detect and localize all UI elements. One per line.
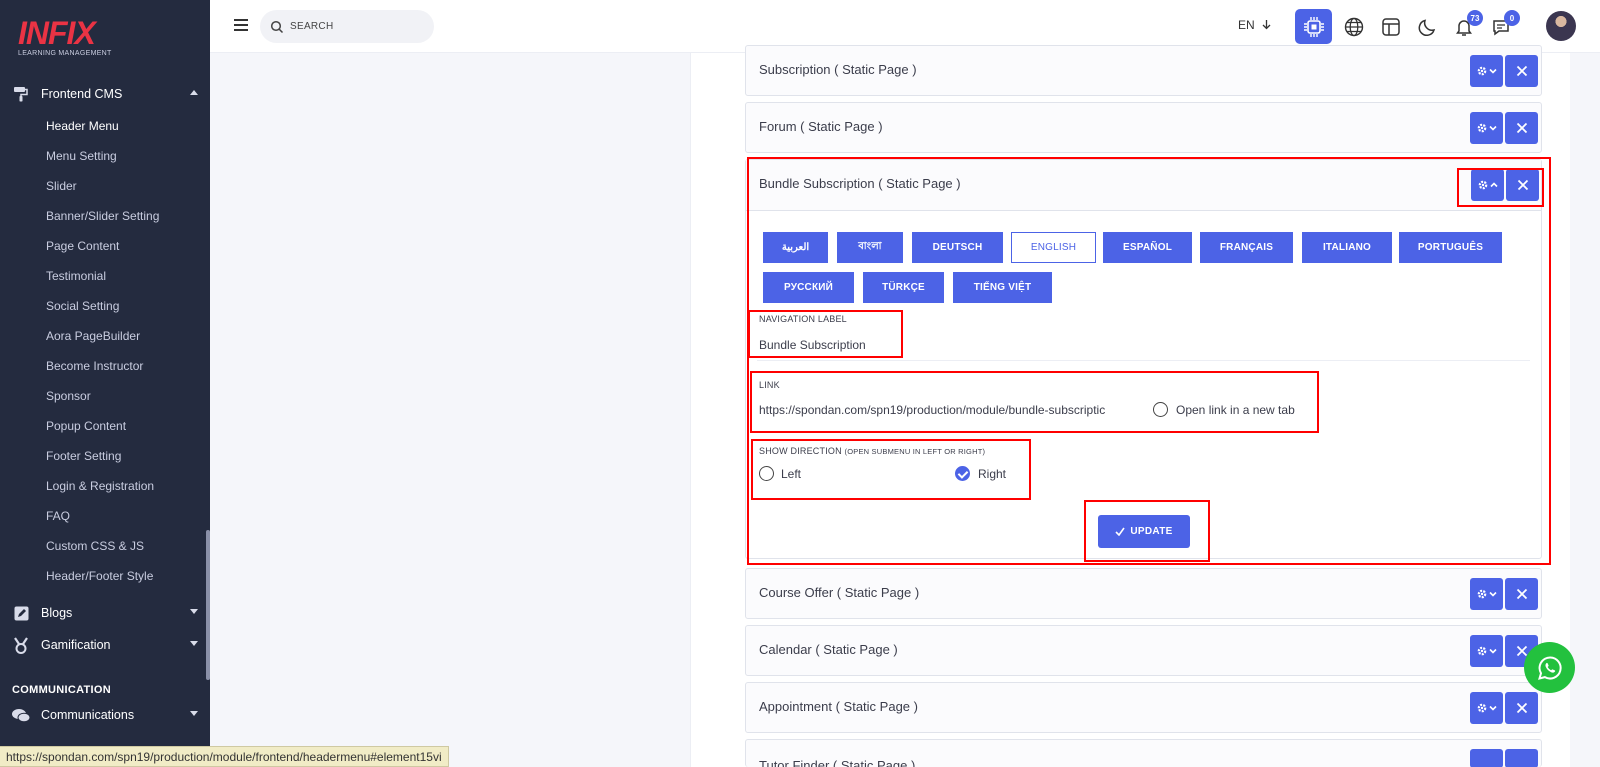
edit-toggle-button[interactable] <box>1470 635 1503 667</box>
cpu-icon <box>1303 16 1324 37</box>
sidebar-item-gamification[interactable]: Gamification <box>12 633 198 657</box>
highlight-action-buttons <box>1457 168 1544 207</box>
layout-icon[interactable] <box>1380 16 1402 38</box>
sidebar-sub-sponsor[interactable]: Sponsor <box>46 386 91 406</box>
menu-item-title: Forum ( Static Page ) <box>759 119 883 134</box>
sidebar-sub-popup-content[interactable]: Popup Content <box>46 416 126 436</box>
whatsapp-button[interactable] <box>1524 642 1575 693</box>
hamburger-menu-icon[interactable] <box>234 19 248 34</box>
close-icon <box>1516 588 1527 600</box>
menu-item-subscription[interactable]: Subscription ( Static Page ) <box>745 45 1542 96</box>
language-label: EN <box>1238 18 1255 32</box>
gear-chevron-down-icon <box>1477 703 1497 713</box>
sidebar-sub-page-content[interactable]: Page Content <box>46 236 119 256</box>
language-selector[interactable]: EN <box>1238 18 1271 32</box>
notification-button[interactable]: 73 <box>1453 10 1483 38</box>
sidebar-sub-faq[interactable]: FAQ <box>46 506 70 526</box>
chevron-up-icon <box>190 90 198 95</box>
sidebar-sub-testimonial[interactable]: Testimonial <box>46 266 106 286</box>
gear-chevron-down-icon <box>1477 589 1497 599</box>
close-icon <box>1516 702 1527 714</box>
menu-item-calendar[interactable]: Calendar ( Static Page ) <box>745 625 1542 676</box>
edit-toggle-button[interactable] <box>1470 749 1503 767</box>
gear-chevron-down-icon <box>1477 646 1497 656</box>
chat-bubbles-icon <box>12 706 30 724</box>
moon-icon[interactable] <box>1417 16 1439 38</box>
highlight-update-button <box>1084 500 1210 562</box>
sidebar-sub-header-footer-style[interactable]: Header/Footer Style <box>46 566 153 586</box>
delete-button[interactable] <box>1505 112 1538 144</box>
edit-toggle-button[interactable] <box>1470 112 1503 144</box>
close-icon <box>1516 122 1527 134</box>
whatsapp-icon <box>1537 655 1562 680</box>
search-box[interactable] <box>260 10 434 43</box>
sidebar-sub-login-registration[interactable]: Login & Registration <box>46 476 154 496</box>
chevron-down-icon <box>190 609 198 614</box>
edit-icon <box>12 604 30 622</box>
highlight-navigation-label <box>748 310 903 358</box>
sidebar: INFIX LEARNING MANAGEMENT Frontend CMS H… <box>0 0 210 767</box>
globe-icon[interactable] <box>1343 16 1365 38</box>
gear-chevron-down-icon <box>1477 66 1497 76</box>
sidebar-sub-header-menu[interactable]: Header Menu <box>46 116 119 136</box>
sidebar-sub-aora-pagebuilder[interactable]: Aora PageBuilder <box>46 326 140 346</box>
sidebar-item-blogs[interactable]: Blogs <box>12 601 198 625</box>
menu-item-tutor-finder[interactable]: Tutor Finder ( Static Page ) <box>745 739 1542 767</box>
gear-chevron-down-icon <box>1477 123 1497 133</box>
delete-button[interactable] <box>1505 692 1538 724</box>
sidebar-scrollbar[interactable] <box>206 530 210 680</box>
menu-item-title: Subscription ( Static Page ) <box>759 62 917 77</box>
menu-item-title: Calendar ( Static Page ) <box>759 642 898 657</box>
search-input[interactable] <box>290 21 420 32</box>
edit-toggle-button[interactable] <box>1470 55 1503 87</box>
menu-item-course-offer[interactable]: Course Offer ( Static Page ) <box>745 568 1542 619</box>
arrow-down-icon <box>1262 20 1271 30</box>
avatar[interactable] <box>1546 11 1576 41</box>
sidebar-item-frontend-cms[interactable]: Frontend CMS <box>12 82 198 106</box>
delete-button[interactable] <box>1505 55 1538 87</box>
messages-button[interactable]: 0 <box>1490 10 1520 38</box>
sidebar-section-communication: COMMUNICATION <box>12 684 112 696</box>
sidebar-sub-social-setting[interactable]: Social Setting <box>46 296 119 316</box>
logo-text: INFIX <box>18 15 96 51</box>
sidebar-sub-slider[interactable]: Slider <box>46 176 77 196</box>
paint-roller-icon <box>12 85 30 103</box>
menu-item-title: Appointment ( Static Page ) <box>759 699 918 714</box>
sidebar-item-label: Frontend CMS <box>41 87 123 101</box>
sidebar-item-label: Gamification <box>41 638 111 652</box>
browser-status-url: https://spondan.com/spn19/production/mod… <box>0 746 449 767</box>
chevron-down-icon <box>190 711 198 716</box>
sidebar-sub-banner-slider-setting[interactable]: Banner/Slider Setting <box>46 206 159 226</box>
chevron-down-icon <box>190 641 198 646</box>
message-count-badge: 0 <box>1504 10 1520 26</box>
highlight-link <box>750 371 1319 433</box>
logo-subtitle: LEARNING MANAGEMENT <box>18 50 112 57</box>
edit-toggle-button[interactable] <box>1470 692 1503 724</box>
sidebar-sub-become-instructor[interactable]: Become Instructor <box>46 356 143 376</box>
sidebar-sub-menu-setting[interactable]: Menu Setting <box>46 146 117 166</box>
delete-button[interactable] <box>1505 749 1538 767</box>
medal-icon <box>12 636 30 654</box>
menu-item-forum[interactable]: Forum ( Static Page ) <box>745 102 1542 153</box>
edit-toggle-button[interactable] <box>1470 578 1503 610</box>
notification-count-badge: 73 <box>1467 10 1483 26</box>
sidebar-item-communications[interactable]: Communications <box>12 703 198 727</box>
close-icon <box>1516 65 1527 77</box>
highlight-show-direction <box>751 439 1031 500</box>
sidebar-item-label: Communications <box>41 708 135 722</box>
logo[interactable]: INFIX LEARNING MANAGEMENT <box>18 15 112 57</box>
search-icon <box>270 20 284 33</box>
menu-item-appointment[interactable]: Appointment ( Static Page ) <box>745 682 1542 733</box>
delete-button[interactable] <box>1505 578 1538 610</box>
menu-item-title: Course Offer ( Static Page ) <box>759 585 920 600</box>
cpu-settings-button[interactable] <box>1295 9 1332 44</box>
sidebar-sub-custom-css-js[interactable]: Custom CSS & JS <box>46 536 144 556</box>
sidebar-sub-footer-setting[interactable]: Footer Setting <box>46 446 121 466</box>
sidebar-item-label: Blogs <box>41 606 73 620</box>
menu-item-title: Tutor Finder ( Static Page ) <box>759 758 916 767</box>
